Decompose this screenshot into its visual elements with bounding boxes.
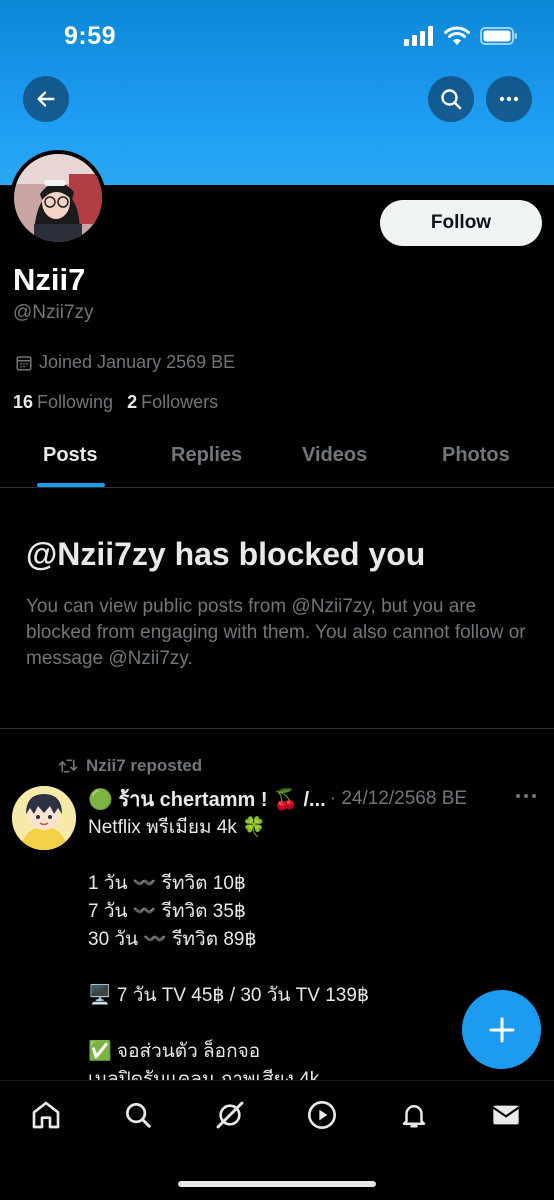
repost-indicator: Nzii7 reposted: [58, 756, 202, 776]
calendar-icon: [16, 355, 32, 370]
home-indicator: [178, 1181, 376, 1187]
search-icon: [441, 89, 462, 110]
compose-plus-icon: [489, 1017, 514, 1042]
post-author-avatar[interactable]: [12, 786, 76, 850]
tab-posts[interactable]: Posts: [43, 444, 97, 467]
bottom-nav: [0, 1080, 554, 1200]
followers-count: 2: [127, 392, 138, 412]
post-line: 1 วัน 〰️ รีทวิต 10฿: [88, 873, 246, 894]
blocked-title: @Nzii7zy has blocked you: [26, 536, 426, 572]
arrow-left-icon: [37, 91, 55, 107]
repost-icon: [58, 759, 78, 773]
nav-notifications[interactable]: [394, 1095, 434, 1135]
nav-messages[interactable]: [486, 1095, 526, 1135]
more-horizontal-icon: [499, 96, 519, 102]
more-horizontal-icon: [516, 794, 536, 798]
divider: [0, 728, 554, 729]
back-button[interactable]: [23, 76, 69, 122]
profile-avatar[interactable]: [10, 150, 106, 246]
notifications-icon: [402, 1105, 426, 1128]
post-text[interactable]: Netflix พรีเมียม 4k 🍀 1 วัน 〰️ รีทวิต 10…: [88, 814, 528, 1094]
follow-stats: 16 Following 2 Followers: [13, 392, 218, 413]
post-header: 🟢 ร้าน chertamm ! 🍒 /... · 24/12/2568 BE: [88, 783, 467, 815]
post-line: Netflix พรีเมียม 4k 🍀: [88, 817, 266, 838]
post-line: 30 วัน 〰️ รีทวิต 89฿: [88, 929, 257, 950]
post-author-name[interactable]: 🟢 ร้าน chertamm ! 🍒 /...: [88, 783, 326, 815]
profile-tabs: Posts Replies Videos Photos: [0, 430, 554, 488]
battery-icon: [480, 27, 517, 45]
post-blank-line: [88, 842, 528, 870]
tab-videos[interactable]: Videos: [302, 444, 367, 467]
compose-button[interactable]: [462, 990, 541, 1069]
wifi-icon: [444, 26, 470, 45]
post-more-button[interactable]: [514, 786, 538, 811]
status-icons: [404, 26, 518, 46]
display-name: Nzii7: [13, 262, 86, 297]
tab-replies[interactable]: Replies: [171, 444, 242, 467]
status-time: 9:59: [64, 22, 117, 50]
post-blank-line: [88, 954, 528, 982]
active-tab-indicator: [37, 483, 105, 487]
nav-video[interactable]: [302, 1095, 342, 1135]
messages-icon: [492, 1105, 520, 1125]
nav-grok[interactable]: [210, 1095, 250, 1135]
video-icon: [308, 1101, 336, 1129]
avatar: [14, 154, 102, 242]
grok-icon: [216, 1101, 244, 1129]
more-button[interactable]: [486, 76, 532, 122]
blocked-message: You can view public posts from @Nzii7zy,…: [26, 596, 526, 669]
follow-button[interactable]: Follow: [380, 200, 542, 246]
following-link[interactable]: 16 Following: [13, 392, 113, 413]
home-icon: [32, 1101, 60, 1129]
nav-search[interactable]: [118, 1095, 158, 1135]
nav-home[interactable]: [26, 1095, 66, 1135]
following-label: Following: [37, 392, 114, 412]
followers-link[interactable]: 2 Followers: [127, 392, 218, 413]
post-line: 7 วัน 〰️ รีทวิต 35฿: [88, 901, 246, 922]
post-date[interactable]: · 24/12/2568 BE: [330, 788, 467, 810]
tab-photos[interactable]: Photos: [442, 444, 510, 467]
joined-date: Joined January 2569 BE: [15, 352, 235, 373]
post-line: ✅ จอส่วนตัว ล็อกจอ: [88, 1041, 261, 1062]
joined-text: Joined January 2569 BE: [39, 352, 236, 372]
repost-label[interactable]: Nzii7 reposted: [86, 756, 202, 776]
search-button[interactable]: [428, 76, 474, 122]
profile-handle: @Nzii7zy: [13, 302, 94, 323]
following-count: 16: [13, 392, 34, 412]
followers-label: Followers: [141, 392, 219, 412]
cellular-signal-icon: [404, 26, 433, 46]
post-line: 🖥️ 7 วัน TV 45฿ / 30 วัน TV 139฿: [88, 985, 370, 1006]
status-bar: 9:59: [0, 0, 554, 70]
search-icon: [126, 1103, 151, 1128]
